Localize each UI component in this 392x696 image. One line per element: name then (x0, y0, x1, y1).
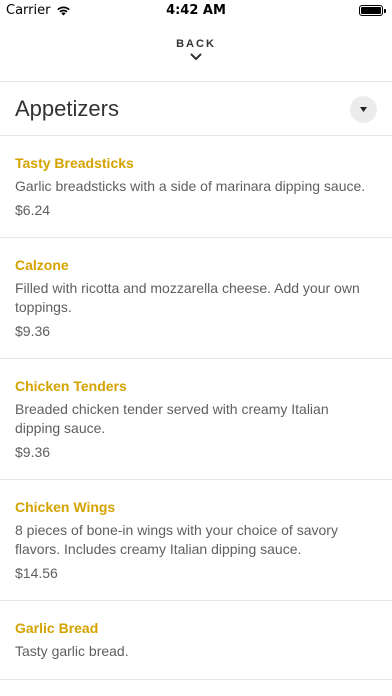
item-name: Calzone (15, 257, 69, 273)
section-toggle-button[interactable] (350, 96, 377, 123)
item-name: Chicken Tenders (15, 378, 127, 394)
item-name: Garlic Bread (15, 620, 99, 636)
item-name: Tasty Breadsticks (15, 155, 134, 171)
back-button[interactable]: BACK (0, 38, 392, 61)
item-description: Tasty garlic bread. (15, 643, 129, 659)
item-price: $14.56 (15, 565, 58, 581)
item-price: $6.24 (15, 202, 51, 218)
menu-item[interactable]: Chicken Tenders Breaded chicken tender s… (0, 359, 392, 480)
menu-item[interactable]: Garlic Bread Tasty garlic bread. (0, 601, 392, 680)
chevron-down-icon (190, 53, 202, 60)
menu-item[interactable]: Calzone Filled with ricotta and mozzarel… (0, 238, 392, 359)
item-description: Breaded chicken tender served with cream… (15, 401, 329, 436)
back-label: BACK (176, 38, 216, 50)
section-header: Appetizers (0, 82, 392, 136)
battery-icon (359, 5, 386, 16)
caret-down-icon (360, 107, 367, 112)
menu-item[interactable]: Tasty Breadsticks Garlic breadsticks wit… (0, 136, 392, 238)
item-name: Chicken Wings (15, 499, 116, 515)
item-price: $9.36 (15, 444, 51, 460)
menu-item[interactable]: Chicken Wings 8 pieces of bone-in wings … (0, 480, 392, 601)
status-time: 4:42 AM (166, 3, 226, 18)
menu-list: Tasty Breadsticks Garlic breadsticks wit… (0, 136, 392, 680)
status-bar: Carrier 4:42 AM (0, 0, 392, 22)
item-description: Garlic breadsticks with a side of marina… (15, 178, 366, 194)
item-description: 8 pieces of bone-in wings with your choi… (15, 522, 338, 557)
item-description: Filled with ricotta and mozzarella chees… (15, 280, 360, 315)
item-price: $9.36 (15, 323, 51, 339)
section-title: Appetizers (15, 96, 119, 121)
